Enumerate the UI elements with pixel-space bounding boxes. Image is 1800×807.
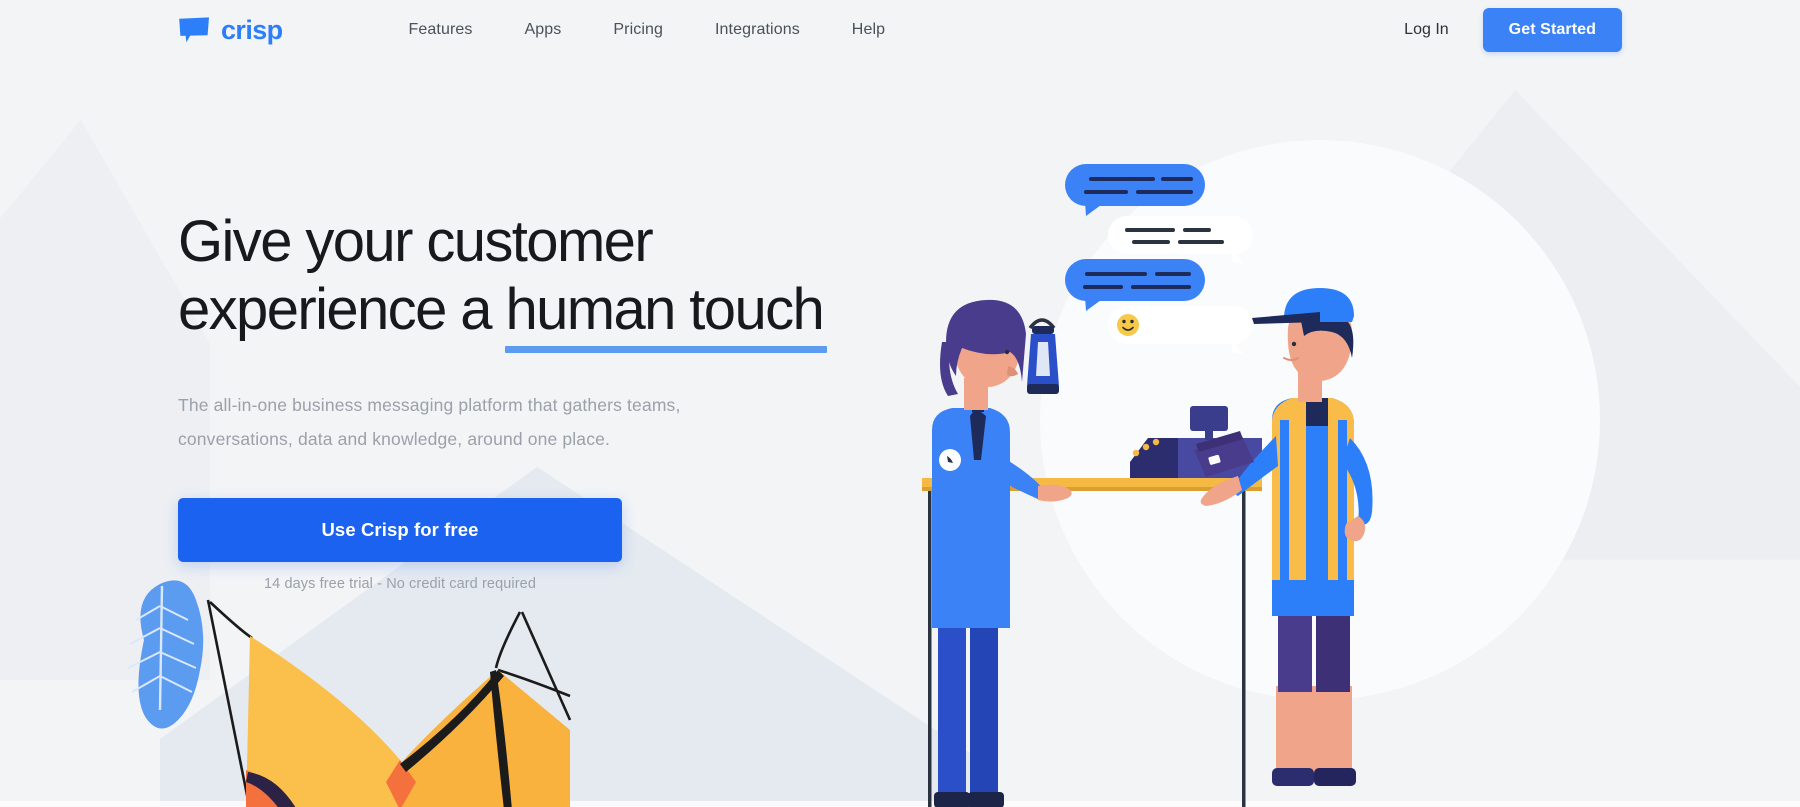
- headline-line-2-prefix: experience a: [178, 276, 506, 342]
- speech-bubble-icon: [178, 17, 211, 43]
- fern-leaf: [127, 580, 204, 729]
- primary-navigation: Features Apps Pricing Integrations Help: [383, 13, 912, 47]
- nav-item-help[interactable]: Help: [826, 13, 911, 47]
- brand-logo[interactable]: crisp: [178, 14, 283, 45]
- page-title: Give your customer experience a human to…: [178, 209, 878, 354]
- camping-tent: [246, 636, 570, 807]
- hero-subtitle: The all-in-one business messaging platfo…: [178, 389, 758, 456]
- site-header: crisp Features Apps Pricing Integrations…: [0, 0, 1800, 60]
- smiley-emoji: [1117, 314, 1139, 336]
- support-agent-woman: [932, 299, 1072, 807]
- login-link[interactable]: Log In: [1404, 21, 1448, 39]
- hero-cta-block: Use Crisp for free 14 days free trial - …: [178, 497, 878, 592]
- nav-item-apps[interactable]: Apps: [499, 13, 588, 47]
- nav-item-integrations[interactable]: Integrations: [689, 13, 826, 47]
- header-actions: Log In Get Started: [1404, 8, 1622, 52]
- free-trial-note: 14 days free trial - No credit card requ…: [264, 575, 536, 592]
- delivery-man: [1194, 288, 1373, 786]
- nav-item-pricing[interactable]: Pricing: [587, 13, 689, 47]
- get-started-button[interactable]: Get Started: [1482, 8, 1622, 52]
- lantern: [1027, 318, 1059, 394]
- chat-bubble-incoming-1: [1108, 216, 1253, 264]
- use-crisp-for-free-button[interactable]: Use Crisp for free: [178, 497, 622, 562]
- chat-bubble-outgoing-1: [1065, 164, 1205, 216]
- headline-line-1: Give your customer: [178, 209, 654, 274]
- headline-line-2: experience a human touch: [178, 276, 878, 354]
- nav-item-features[interactable]: Features: [383, 13, 499, 47]
- landing-page: crisp Features Apps Pricing Integrations…: [0, 0, 1800, 807]
- chat-bubble-outgoing-2: [1065, 259, 1205, 311]
- hero-subtitle-line-2: conversations, data and knowledge, aroun…: [178, 428, 610, 449]
- chat-bubble-incoming-2: [1108, 306, 1253, 354]
- headline-highlight: human touch: [505, 276, 827, 354]
- hero-illustration: [880, 120, 1500, 807]
- brand-name: crisp: [221, 14, 283, 45]
- hero-section: Give your customer experience a human to…: [178, 212, 878, 592]
- hero-subtitle-line-1: The all-in-one business messaging platfo…: [178, 395, 681, 416]
